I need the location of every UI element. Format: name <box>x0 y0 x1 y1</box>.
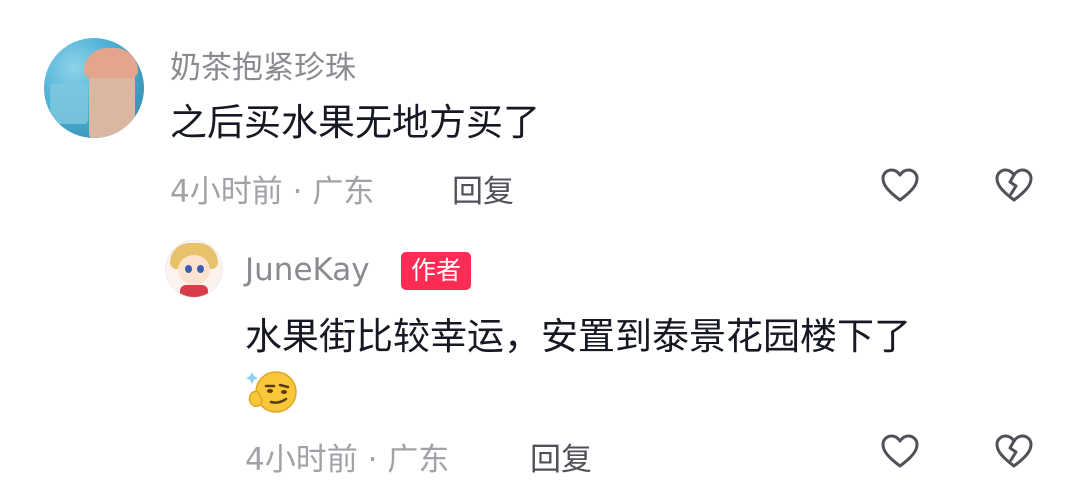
avatar-eye-left <box>185 265 192 273</box>
avatar-face <box>178 255 210 285</box>
avatar-background-shelf <box>50 84 88 124</box>
like-button[interactable] <box>880 166 920 206</box>
meta-separator: · <box>292 174 303 210</box>
reply-reply-button[interactable]: 回复 <box>530 434 592 479</box>
dislike-button[interactable] <box>994 166 1034 206</box>
avatar[interactable] <box>44 38 144 138</box>
comment-time: 4小时前 <box>170 174 283 210</box>
reply-avatar[interactable] <box>165 240 223 298</box>
author-badge: 作者 <box>401 252 472 290</box>
comment-text: 之后买水果无地方买了 <box>170 101 540 144</box>
reply-time: 4小时前 <box>245 442 358 478</box>
meta-separator: · <box>367 442 378 478</box>
avatar-hat <box>84 48 138 78</box>
reply-button[interactable]: 回复 <box>452 166 514 211</box>
avatar-collar <box>180 285 208 297</box>
smirk-emoji-icon <box>246 370 302 414</box>
reply-text: 水果街比较幸运，安置到泰景花园楼下了 <box>245 315 911 358</box>
heart-outline-icon <box>881 168 919 202</box>
reply-meta: 4小时前 · 广东 <box>245 434 449 479</box>
reply-username[interactable]: JuneKay <box>245 252 370 288</box>
broken-heart-icon <box>995 168 1033 202</box>
heart-outline-icon <box>881 434 919 468</box>
reply-dislike-button[interactable] <box>994 432 1034 472</box>
comment-username[interactable]: 奶茶抱紧珍珠 <box>170 42 356 87</box>
avatar-eye-right <box>197 265 204 273</box>
broken-heart-icon <box>995 434 1033 468</box>
comment-location: 广东 <box>312 174 375 210</box>
comment-meta: 4小时前 · 广东 <box>170 166 374 211</box>
reply-like-button[interactable] <box>880 432 920 472</box>
reply-location: 广东 <box>387 442 450 478</box>
